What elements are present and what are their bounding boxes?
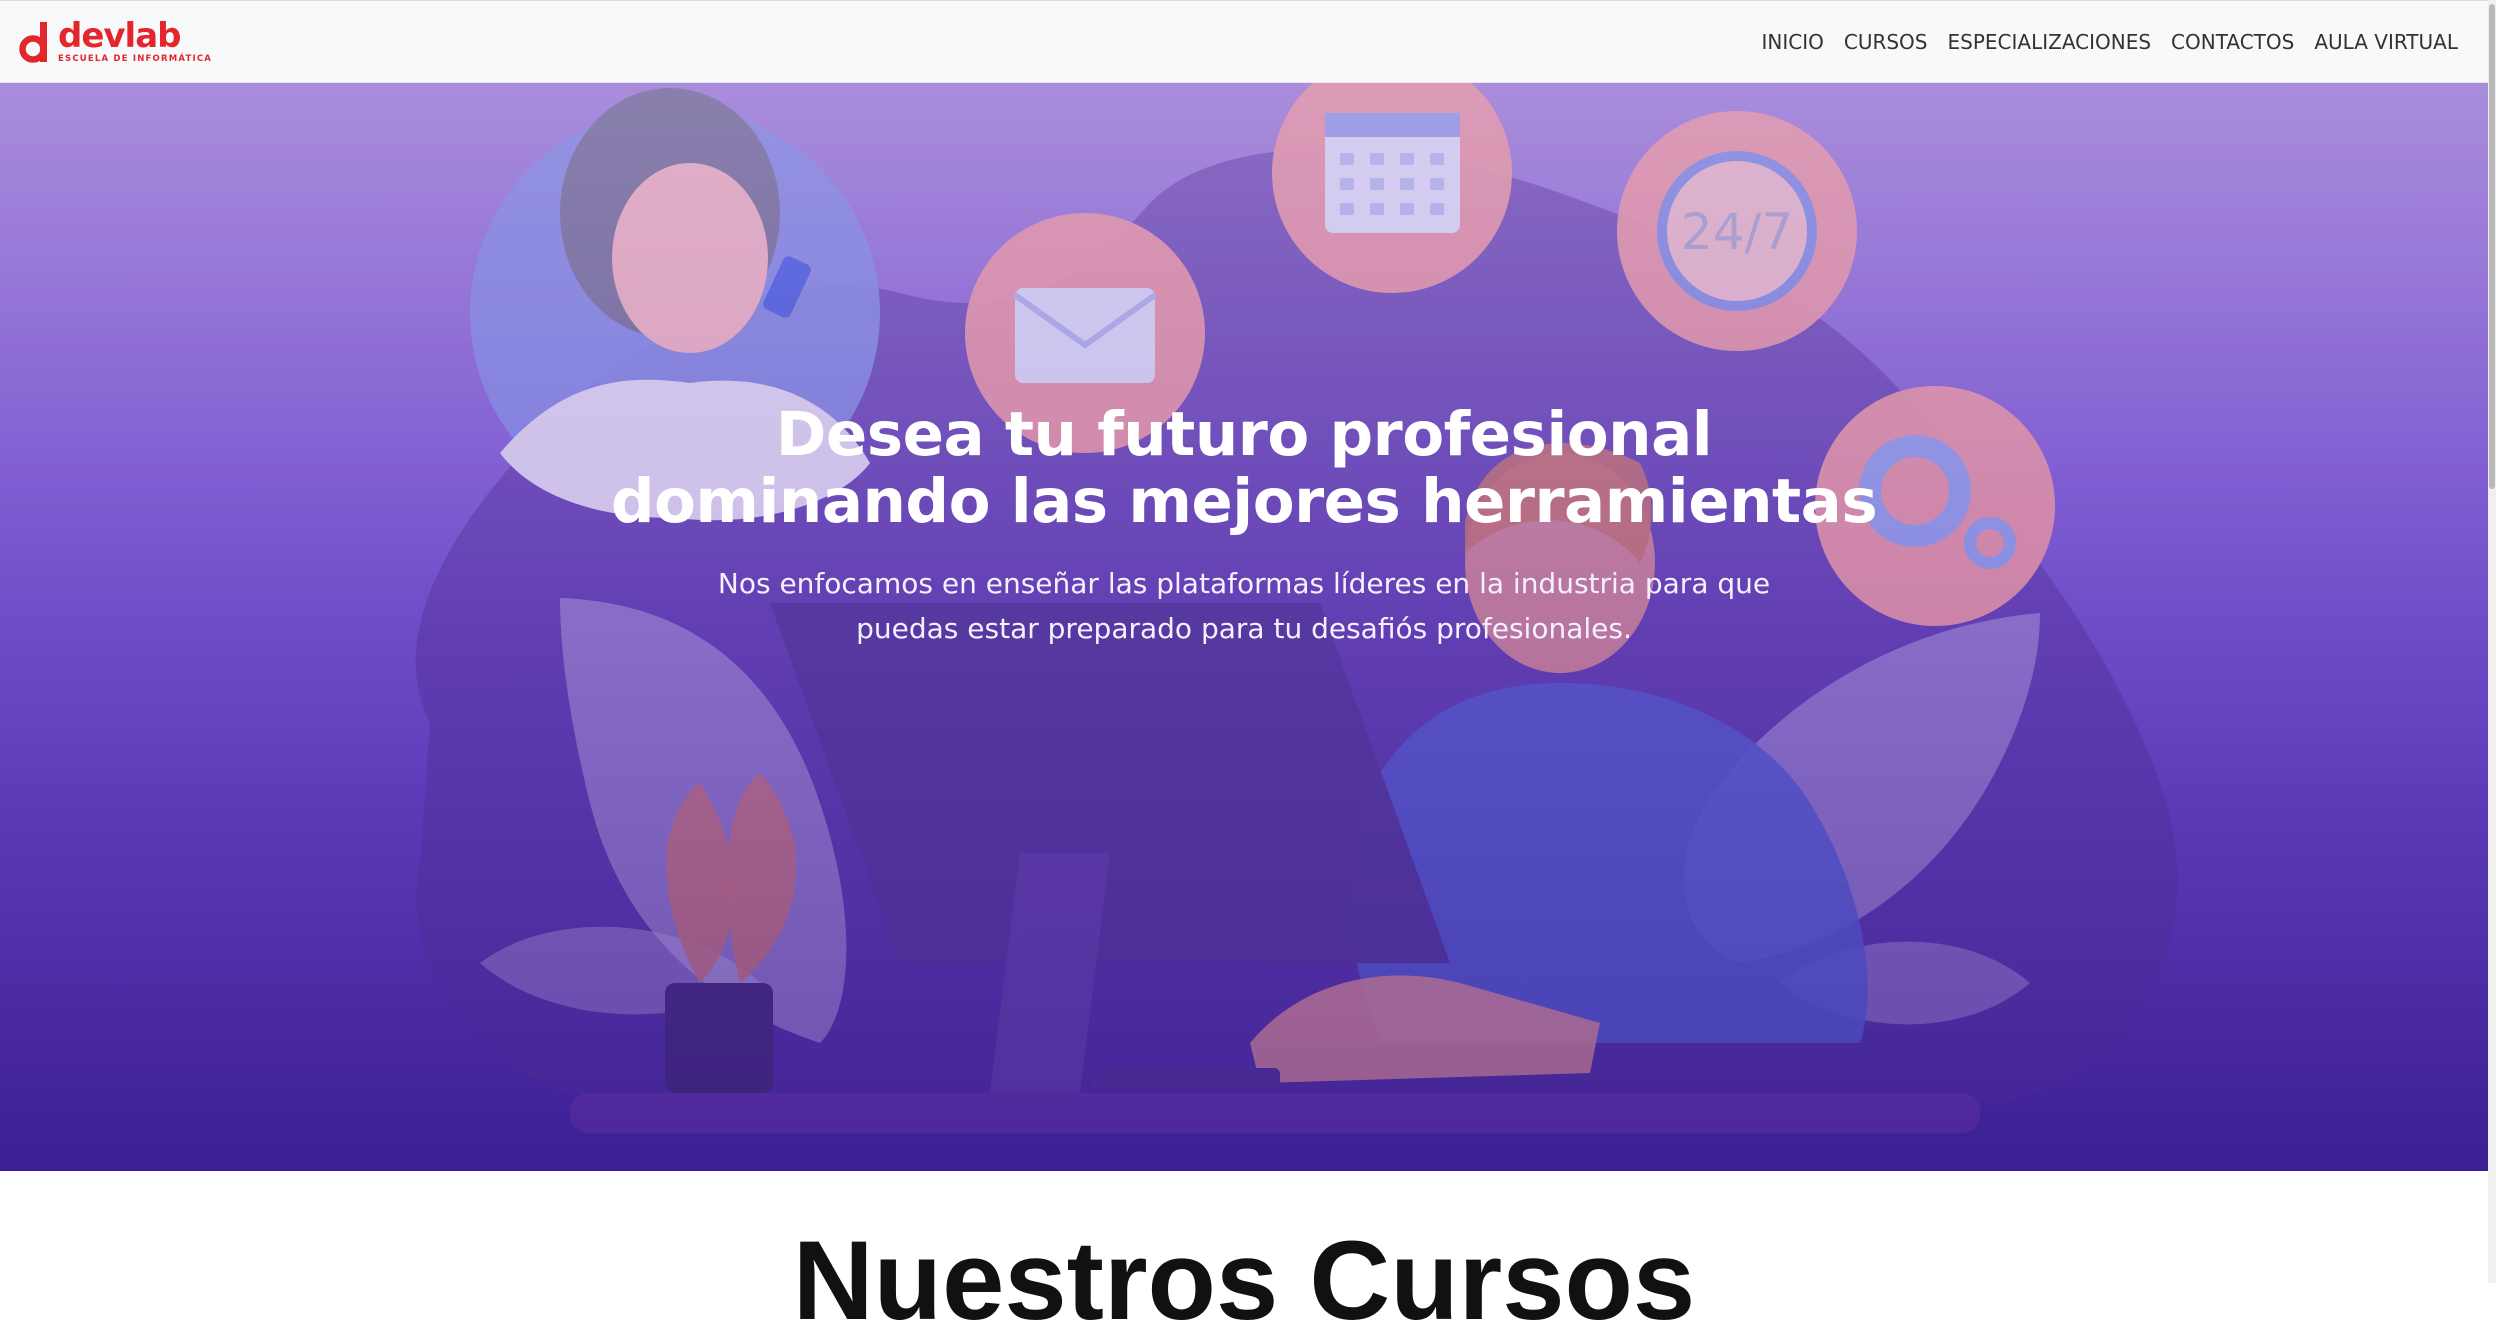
hero-title-line-1: Desea tu futuro profesional [775, 399, 1713, 470]
main-nav: INICIO CURSOS ESPECIALIZACIONES CONTACTO… [1761, 30, 2458, 54]
courses-heading: Nuestros Cursos [792, 1218, 1696, 1343]
hero-title-line-2: dominando las mejores herramientas [610, 466, 1878, 537]
devlab-logo-icon [18, 20, 52, 64]
brand-name: devlab [58, 16, 182, 57]
page-scrollbar[interactable] [2488, 0, 2496, 1283]
nav-item-cursos[interactable]: CURSOS [1844, 30, 1928, 54]
nav-item-especializaciones[interactable]: ESPECIALIZACIONES [1948, 30, 2152, 54]
brand-tagline: ESCUELA DE INFORMÁTICA [58, 54, 213, 65]
brand-logo-link[interactable]: devlab ESCUELA DE INFORMÁTICA [18, 19, 212, 64]
navbar: devlab ESCUELA DE INFORMÁTICA INICIO CUR… [0, 0, 2488, 83]
brand-text: devlab ESCUELA DE INFORMÁTICA [58, 19, 212, 64]
hero-banner: 24/7 Desea tu futuro profesional dominan… [0, 83, 2488, 1171]
hero-subtitle: Nos enfocamos en enseñar las plataformas… [717, 567, 1771, 645]
nav-item-contactos[interactable]: CONTACTOS [2171, 30, 2294, 54]
hero-content: Desea tu futuro profesional dominando la… [0, 401, 2488, 651]
nav-item-aula-virtual[interactable]: AULA VIRTUAL [2314, 30, 2458, 54]
scrollbar-thumb[interactable] [2489, 4, 2495, 489]
nav-item-inicio[interactable]: INICIO [1761, 30, 1823, 54]
hero-title: Desea tu futuro profesional dominando la… [0, 401, 2488, 535]
